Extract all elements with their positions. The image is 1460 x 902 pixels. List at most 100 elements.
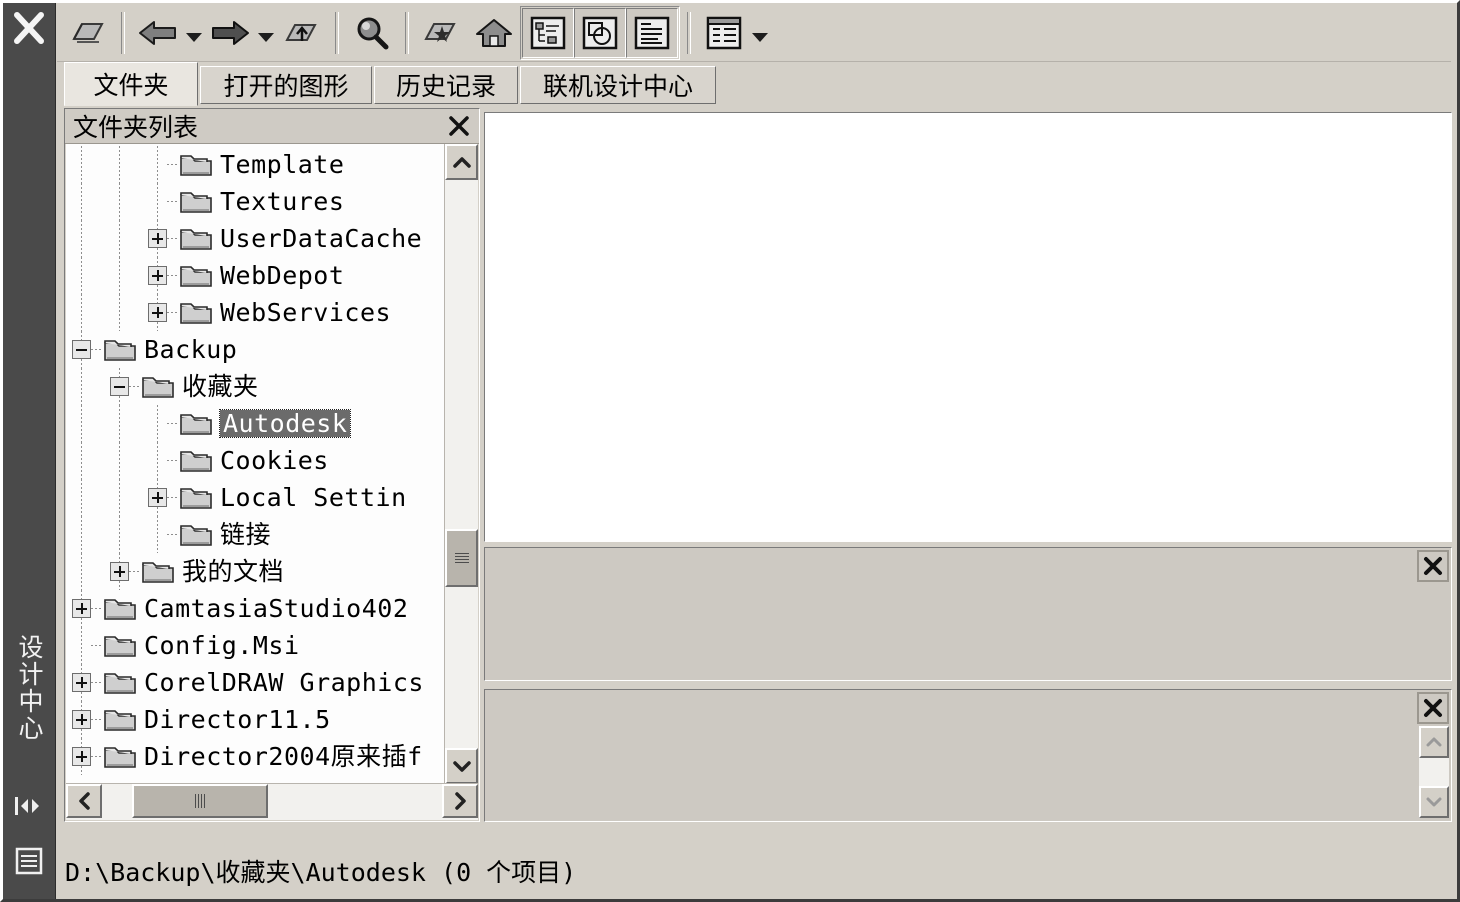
tree-toggle-button[interactable] [522, 7, 574, 58]
favorites-button[interactable] [416, 8, 468, 58]
toolbar-separator [335, 11, 339, 54]
tree-item[interactable]: 我的文档 [66, 553, 446, 590]
collapse-icon[interactable] [72, 340, 91, 359]
tree-item[interactable]: Template [66, 146, 446, 183]
tab-label: 联机设计中心 [542, 72, 693, 101]
chevron-down-icon[interactable] [445, 748, 478, 784]
expand-icon[interactable] [148, 229, 167, 248]
expand-icon[interactable] [72, 747, 91, 766]
toolbar-separator [405, 11, 409, 54]
tab-history[interactable]: 历史记录 [374, 66, 518, 104]
tree-item-label: Textures [220, 187, 345, 216]
tree-horizontal-scrollbar[interactable] [66, 783, 478, 820]
content-pane[interactable] [484, 112, 1452, 542]
tree-item-label: WebDepot [220, 261, 345, 290]
tree-item-label: UserDataCache [220, 224, 423, 253]
up-button[interactable] [276, 8, 328, 58]
tree-guide-line [157, 516, 158, 553]
folder-icon [103, 595, 137, 622]
tab-label: 历史记录 [395, 72, 496, 101]
tree-item-label: 链接 [220, 520, 272, 549]
tree-item[interactable]: Director11.5 [66, 701, 446, 738]
preview-pane[interactable] [484, 547, 1452, 681]
tree-guide-line [119, 183, 120, 220]
chevron-up-icon[interactable] [1419, 726, 1449, 758]
views-dropdown-icon[interactable] [750, 8, 770, 58]
tree-item[interactable]: WebDepot [66, 257, 446, 294]
tree-item[interactable]: Textures [66, 183, 446, 220]
tree-guide-line [81, 516, 82, 553]
tree-guide-line [119, 294, 120, 331]
expand-icon[interactable] [72, 673, 91, 692]
tab-open-drawings[interactable]: 打开的图形 [200, 66, 372, 104]
folder-tree-scroll[interactable]: Template Textures UserDataCache WebDepot Web… [66, 144, 446, 784]
scrollbar-thumb[interactable] [132, 784, 268, 818]
expand-icon[interactable] [72, 710, 91, 729]
expand-icon[interactable] [148, 266, 167, 285]
tree-connector [91, 682, 103, 683]
views-button[interactable] [698, 8, 750, 58]
preview-toggle-button[interactable] [574, 7, 626, 58]
close-icon[interactable] [1417, 692, 1449, 724]
status-bar: D:\Backup\收藏夹\Autodesk (0 个项目) [62, 850, 1450, 892]
tab-online-designcenter[interactable]: 联机设计中心 [520, 66, 716, 104]
folder-icon [179, 521, 213, 548]
tree-item[interactable]: Director2004原来插f [66, 738, 446, 775]
tree-item[interactable]: Config.Msi [66, 627, 446, 664]
chevron-left-icon[interactable] [66, 784, 102, 818]
tree-item-label: 收藏夹 [182, 372, 259, 401]
auto-hide-icon[interactable] [11, 788, 47, 824]
description-pane[interactable] [484, 689, 1452, 822]
tab-folders[interactable]: 文件夹 [64, 62, 198, 106]
folder-icon [179, 299, 213, 326]
tree-guide-line [119, 220, 120, 257]
expand-icon[interactable] [110, 562, 129, 581]
tree-item[interactable]: 链接 [66, 516, 446, 553]
tree-guide-line [81, 405, 82, 442]
tree-item[interactable]: Cookies [66, 442, 446, 479]
chevron-down-icon[interactable] [1419, 786, 1449, 818]
close-icon[interactable] [445, 112, 473, 140]
close-icon[interactable] [1417, 550, 1449, 582]
expand-icon[interactable] [72, 599, 91, 618]
tree-guide-line [157, 405, 158, 442]
tree-guide-line [119, 479, 120, 516]
toolbar-separator [687, 11, 691, 54]
tree-vertical-scrollbar[interactable] [444, 144, 478, 784]
tree-item-label: 我的文档 [182, 557, 285, 586]
expand-icon[interactable] [148, 303, 167, 322]
forward-button[interactable] [204, 8, 256, 58]
tree-item[interactable]: Autodesk [66, 405, 446, 442]
home-button[interactable] [468, 8, 520, 58]
scrollbar-thumb[interactable] [445, 529, 478, 587]
collapse-icon[interactable] [110, 377, 129, 396]
tree-item[interactable]: Backup [66, 331, 446, 368]
close-icon[interactable] [9, 7, 49, 49]
tree-guide-line [157, 146, 158, 183]
back-button[interactable] [132, 8, 184, 58]
tree-item[interactable]: UserDataCache [66, 220, 446, 257]
tree-item[interactable]: 收藏夹 [66, 368, 446, 405]
tree-item[interactable]: CorelDRAW Graphics [66, 664, 446, 701]
chevron-up-icon[interactable] [445, 144, 478, 180]
panel-menu-icon[interactable] [11, 843, 47, 879]
load-button[interactable] [62, 8, 114, 58]
search-button[interactable] [346, 8, 398, 58]
chevron-right-icon[interactable] [442, 784, 478, 818]
description-toggle-button[interactable] [626, 7, 678, 58]
tree-item[interactable]: Local Settin [66, 479, 446, 516]
tree-connector [129, 386, 141, 387]
forward-dropdown-icon[interactable] [256, 8, 276, 58]
tree-connector [167, 460, 179, 461]
tree-guide-line [81, 294, 82, 331]
expand-icon[interactable] [148, 488, 167, 507]
tree-item[interactable]: CamtasiaStudio402 [66, 590, 446, 627]
back-dropdown-icon[interactable] [184, 8, 204, 58]
description-scrollbar[interactable] [1419, 726, 1449, 818]
designcenter-window: 设计中心 文件夹 打开的图形 历史记录 联机设计中心 文件夹列表 Templat… [0, 0, 1460, 902]
tree-item-label: Autodesk [218, 409, 352, 438]
tree-item[interactable]: WebServices [66, 294, 446, 331]
